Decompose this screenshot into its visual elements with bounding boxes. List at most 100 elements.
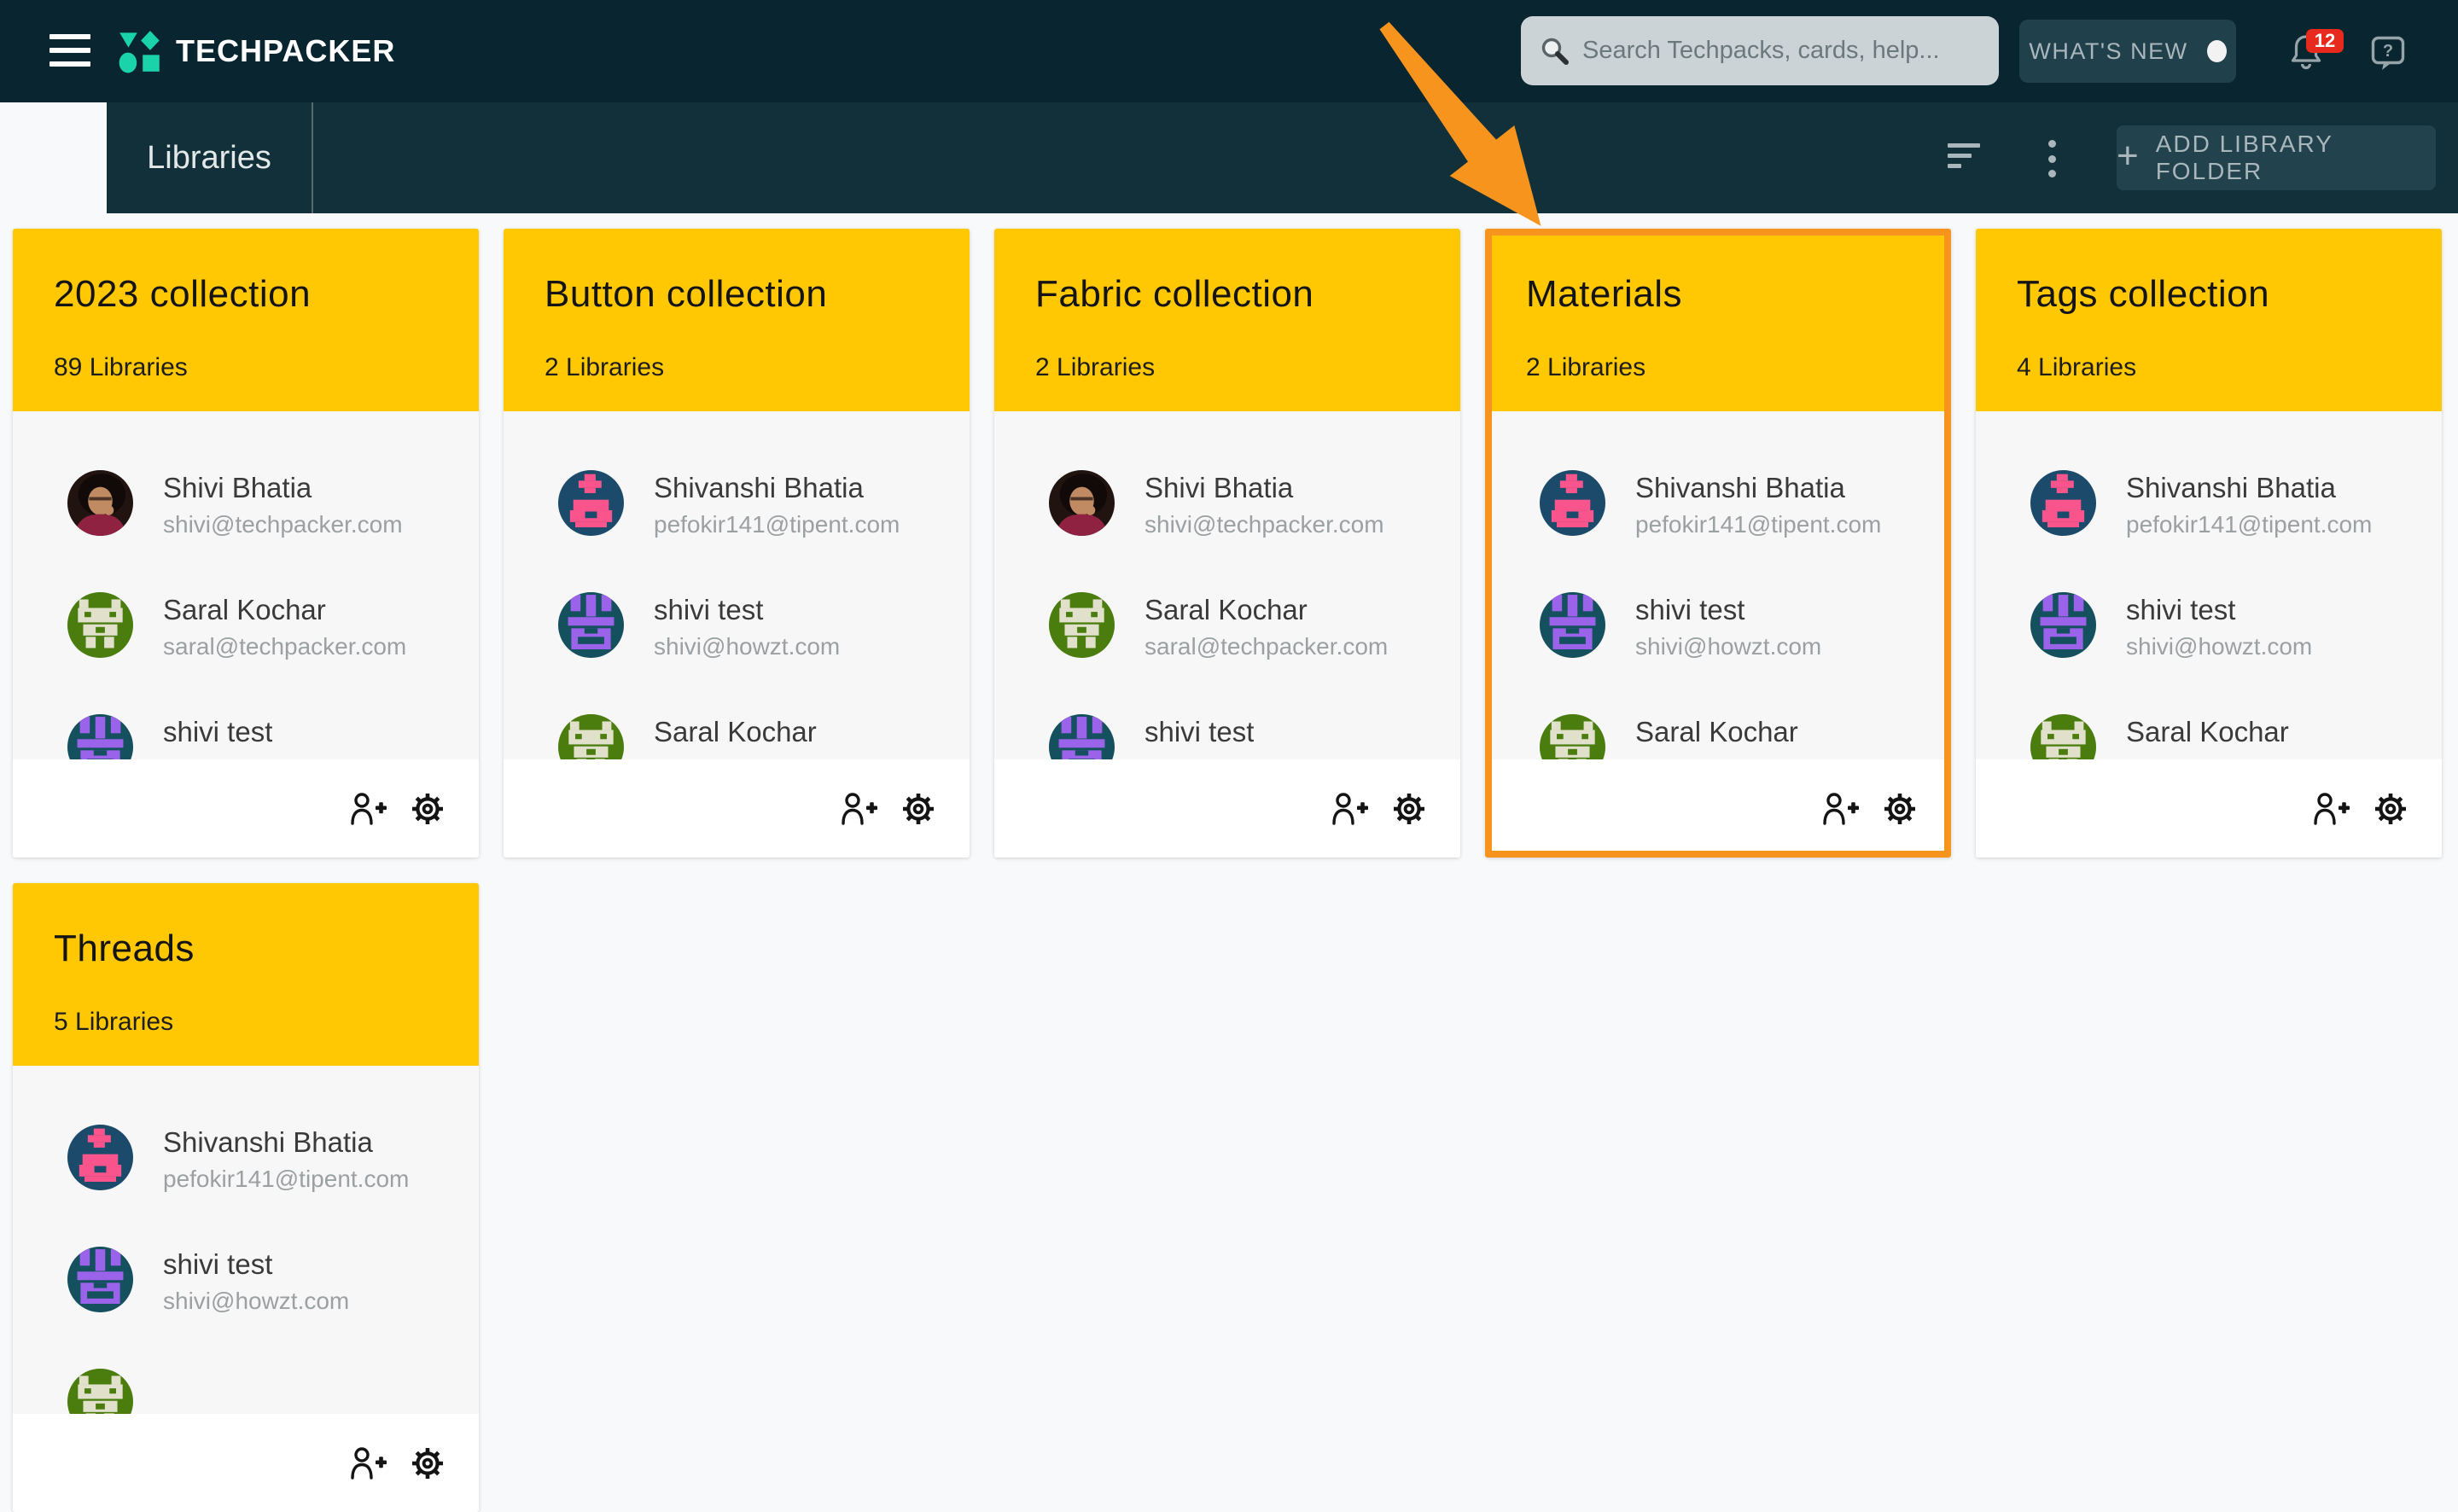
card-title: Fabric collection bbox=[1035, 273, 1426, 316]
whats-new-dot-icon bbox=[2207, 40, 2227, 62]
card-member-list: Shivanshi Bhatia pefokir141@tipent.com s… bbox=[1485, 411, 1951, 759]
folder-card-2023-collection[interactable]: 2023 collection 89 Libraries Shivi Bhati… bbox=[13, 229, 479, 858]
member-row: Shivanshi Bhatia pefokir141@tipent.com bbox=[558, 442, 970, 564]
global-search bbox=[1521, 16, 1999, 85]
add-member-button[interactable] bbox=[1331, 790, 1368, 828]
member-row: Saral Kochar saral@techpacker.com bbox=[1049, 564, 1460, 686]
add-library-folder-label: ADD LIBRARY FOLDER bbox=[2156, 131, 2436, 185]
card-header: 2023 collection 89 Libraries bbox=[13, 229, 479, 411]
avatar bbox=[1540, 470, 1605, 536]
folder-card-tags-collection[interactable]: Tags collection 4 Libraries Shivanshi Bh… bbox=[1976, 229, 2442, 858]
member-email: pefokir141@tipent.com bbox=[2126, 511, 2372, 538]
add-library-folder-button[interactable]: + ADD LIBRARY FOLDER bbox=[2117, 125, 2436, 190]
folder-settings-button[interactable] bbox=[2372, 790, 2409, 828]
member-name: shivi test bbox=[163, 1248, 349, 1281]
card-header: Materials 2 Libraries bbox=[1485, 229, 1951, 411]
card-header: Button collection 2 Libraries bbox=[504, 229, 970, 411]
tabbar-left-spacer bbox=[0, 102, 107, 213]
member-name: Saral Kochar bbox=[1635, 716, 1798, 748]
whats-new-button[interactable]: WHAT'S NEW bbox=[2019, 20, 2236, 83]
add-member-button[interactable] bbox=[349, 790, 387, 828]
folder-card-materials[interactable]: Materials 2 Libraries Shivanshi Bhatia p… bbox=[1485, 229, 1951, 858]
tab-libraries[interactable]: Libraries bbox=[107, 102, 313, 213]
avatar bbox=[67, 1369, 133, 1414]
card-title: Materials bbox=[1526, 273, 1917, 316]
avatar bbox=[2030, 470, 2096, 536]
card-member-list: Shivi Bhatia shivi@techpacker.com Saral … bbox=[13, 411, 479, 759]
avatar bbox=[1049, 714, 1115, 759]
member-row: shivi test shivi@howzt.com bbox=[1540, 564, 1951, 686]
member-row: Saral Kochar bbox=[558, 686, 970, 759]
library-folder-grid: 2023 collection 89 Libraries Shivi Bhati… bbox=[13, 213, 2447, 1512]
member-name: Shivanshi Bhatia bbox=[2126, 472, 2372, 504]
folder-settings-button[interactable] bbox=[409, 1445, 446, 1482]
help-button[interactable] bbox=[2371, 36, 2405, 72]
folder-settings-button[interactable] bbox=[1881, 790, 1919, 828]
folder-settings-button[interactable] bbox=[900, 790, 937, 828]
card-title: Threads bbox=[54, 928, 445, 970]
member-row: Shivanshi Bhatia pefokir141@tipent.com bbox=[1540, 442, 1951, 564]
member-row: Saral Kochar bbox=[2030, 686, 2442, 759]
member-name: Shivanshi Bhatia bbox=[654, 472, 900, 504]
member-row: shivi test bbox=[1049, 686, 1460, 759]
card-footer bbox=[13, 759, 479, 858]
add-member-button[interactable] bbox=[840, 790, 877, 828]
avatar bbox=[67, 714, 133, 759]
hamburger-menu-icon[interactable] bbox=[50, 34, 90, 68]
techpacker-logo-icon bbox=[118, 29, 162, 73]
card-title: Button collection bbox=[545, 273, 935, 316]
avatar bbox=[2030, 592, 2096, 658]
avatar bbox=[67, 1125, 133, 1190]
folder-settings-button[interactable] bbox=[409, 790, 446, 828]
more-options-button[interactable] bbox=[2047, 140, 2057, 177]
member-name: Shivi Bhatia bbox=[163, 472, 403, 504]
search-input[interactable] bbox=[1582, 37, 1980, 65]
card-footer bbox=[994, 759, 1460, 858]
member-row: Shivanshi Bhatia pefokir141@tipent.com bbox=[67, 1096, 479, 1218]
card-member-list: Shivanshi Bhatia pefokir141@tipent.com s… bbox=[504, 411, 970, 759]
card-member-list: Shivanshi Bhatia pefokir141@tipent.com s… bbox=[1976, 411, 2442, 759]
section-tab-bar: Libraries + ADD LIBRARY FOLDER bbox=[0, 102, 2458, 213]
member-email: saral@techpacker.com bbox=[163, 633, 406, 660]
member-email: shivi@howzt.com bbox=[654, 633, 840, 660]
folder-card-button-collection[interactable]: Button collection 2 Libraries Shivanshi … bbox=[504, 229, 970, 858]
member-row: Shivi Bhatia shivi@techpacker.com bbox=[1049, 442, 1460, 564]
card-library-count: 5 Libraries bbox=[54, 1008, 445, 1037]
avatar bbox=[67, 1247, 133, 1312]
member-name: Shivi Bhatia bbox=[1145, 472, 1384, 504]
member-email: shivi@howzt.com bbox=[1635, 633, 1821, 660]
search-icon bbox=[1540, 36, 1570, 67]
add-member-button[interactable] bbox=[1821, 790, 1859, 828]
card-header: Fabric collection 2 Libraries bbox=[994, 229, 1460, 411]
avatar bbox=[558, 714, 624, 759]
tab-libraries-label: Libraries bbox=[147, 140, 271, 177]
avatar bbox=[1540, 714, 1605, 759]
card-member-list: Shivi Bhatia shivi@techpacker.com Saral … bbox=[994, 411, 1460, 759]
folder-card-threads[interactable]: Threads 5 Libraries Shivanshi Bhatia pef… bbox=[13, 883, 479, 1512]
plus-icon: + bbox=[2117, 137, 2139, 175]
avatar bbox=[67, 592, 133, 658]
sort-button[interactable] bbox=[1948, 143, 1982, 174]
member-name: shivi test bbox=[654, 594, 840, 626]
member-name: shivi test bbox=[2126, 594, 2312, 626]
member-row: Saral Kochar bbox=[1540, 686, 1951, 759]
add-member-button[interactable] bbox=[2312, 790, 2350, 828]
question-bubble-icon bbox=[2371, 36, 2405, 72]
avatar bbox=[1540, 592, 1605, 658]
notifications-button[interactable]: 12 bbox=[2289, 32, 2349, 84]
member-row: shivi test shivi@howzt.com bbox=[67, 1218, 479, 1340]
member-email: shivi@howzt.com bbox=[163, 1288, 349, 1315]
member-name: Saral Kochar bbox=[1145, 594, 1388, 626]
add-member-button[interactable] bbox=[349, 1445, 387, 1482]
member-row: shivi test bbox=[67, 686, 479, 759]
member-email: pefokir141@tipent.com bbox=[1635, 511, 1881, 538]
card-title: Tags collection bbox=[2017, 273, 2408, 316]
member-email: pefokir141@tipent.com bbox=[163, 1166, 409, 1193]
member-row: Saral Kochar saral@techpacker.com bbox=[67, 564, 479, 686]
notification-badge: 12 bbox=[2306, 29, 2344, 53]
folder-settings-button[interactable] bbox=[1390, 790, 1428, 828]
member-name: shivi test bbox=[163, 716, 272, 748]
folder-card-fabric-collection[interactable]: Fabric collection 2 Libraries Shivi Bhat… bbox=[994, 229, 1460, 858]
member-email: pefokir141@tipent.com bbox=[654, 511, 900, 538]
card-library-count: 89 Libraries bbox=[54, 353, 445, 382]
